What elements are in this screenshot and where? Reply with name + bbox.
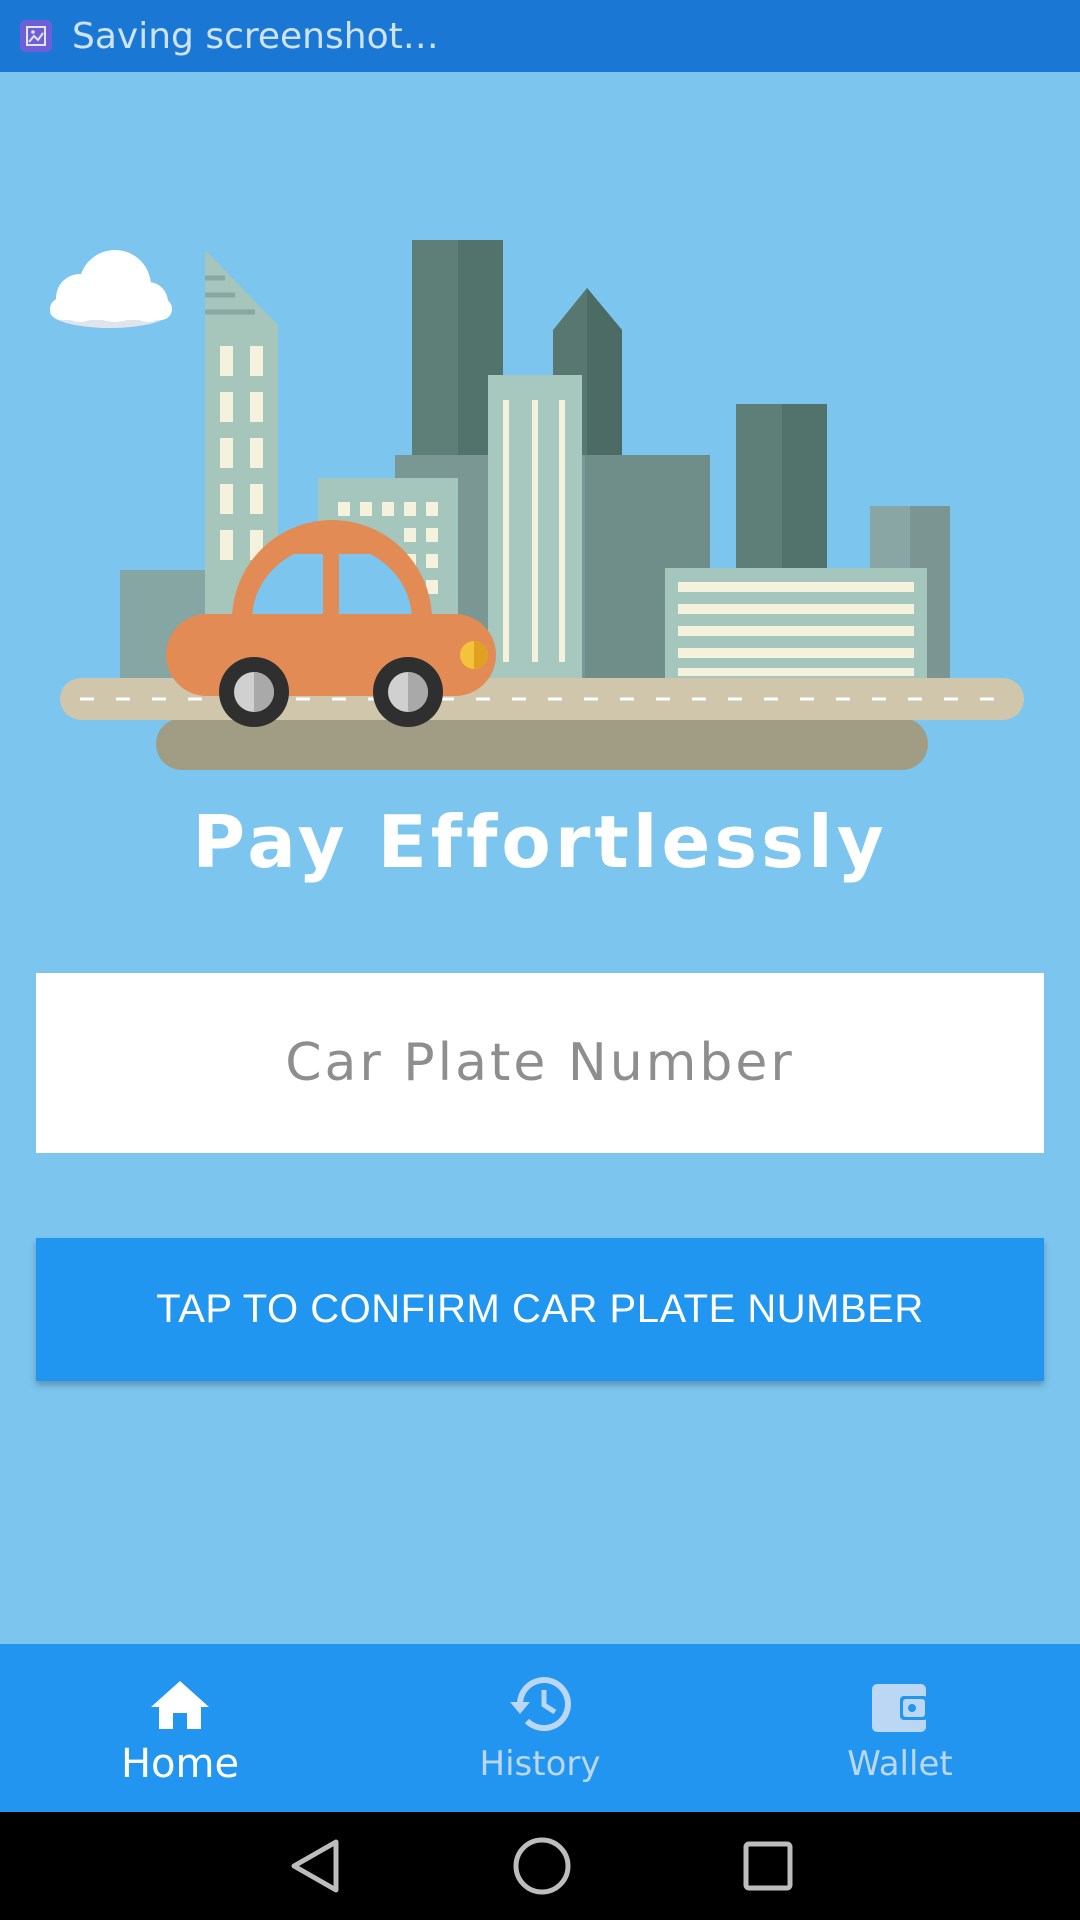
nav-label-history: History xyxy=(479,1744,601,1784)
nav-label-wallet: Wallet xyxy=(847,1744,953,1784)
confirm-plate-button[interactable]: TAP TO CONFIRM CAR PLATE NUMBER xyxy=(36,1238,1044,1381)
cloud-icon xyxy=(50,250,172,328)
system-navigation-bar xyxy=(0,1812,1080,1920)
nav-item-wallet[interactable]: Wallet xyxy=(720,1644,1080,1812)
nav-item-home[interactable]: Home xyxy=(0,1644,360,1812)
page-title: Pay Effortlessly xyxy=(192,800,888,884)
back-icon[interactable] xyxy=(286,1836,342,1896)
home-icon xyxy=(149,1669,211,1731)
recents-icon[interactable] xyxy=(742,1840,794,1892)
bottom-navigation: Home History Wallet xyxy=(0,1644,1080,1812)
history-icon xyxy=(508,1672,572,1734)
status-bar: Saving screenshot… xyxy=(0,0,1080,72)
home-circle-icon[interactable] xyxy=(512,1836,572,1896)
nav-label-home: Home xyxy=(120,1741,240,1787)
status-notification-text: Saving screenshot… xyxy=(72,15,439,57)
screenshot-icon xyxy=(20,20,52,52)
wallet-icon xyxy=(870,1672,930,1734)
car-plate-input[interactable] xyxy=(36,973,1044,1153)
city-car-illustration xyxy=(50,240,1024,770)
nav-item-history[interactable]: History xyxy=(360,1644,720,1812)
